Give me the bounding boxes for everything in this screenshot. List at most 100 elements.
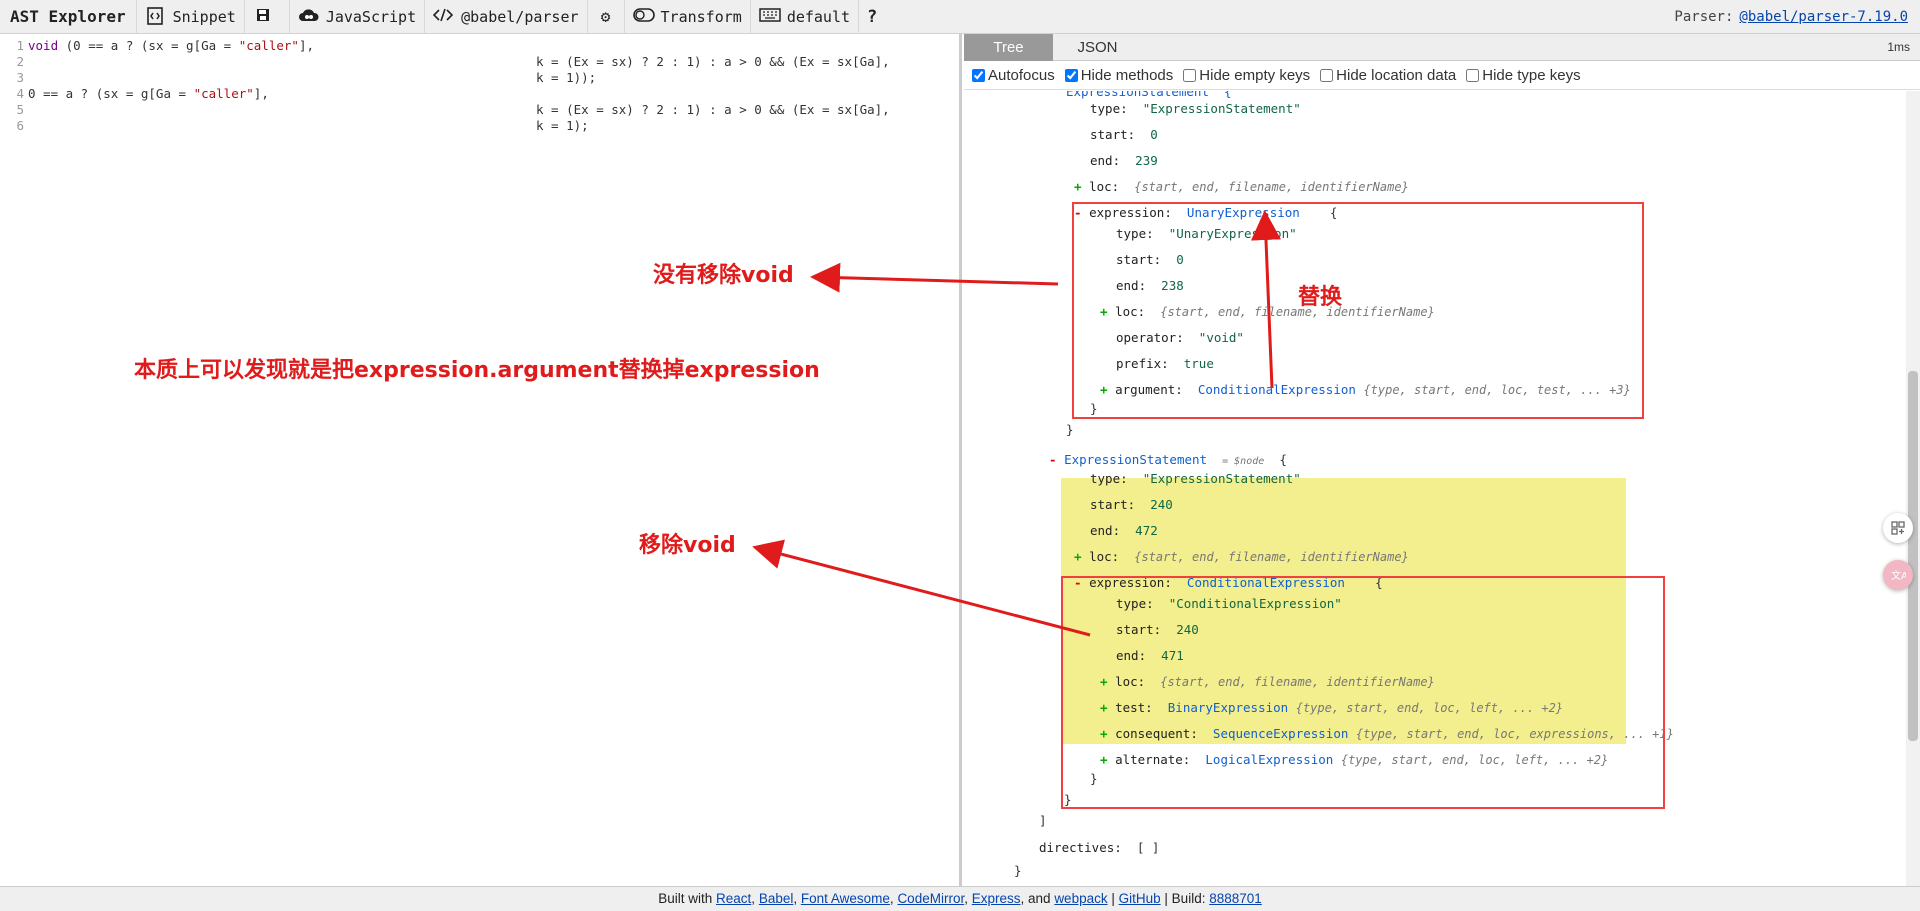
footer-link-github[interactable]: GitHub [1119,891,1161,906]
parser-select[interactable]: @babel/parser [424,0,586,34]
option-checkbox[interactable] [1183,69,1197,82]
es2-loc-row[interactable]: + loc: {start, end, filename, identifier… [1074,548,1409,566]
option-hide-empty-keys[interactable]: Hide empty keys [1183,67,1310,84]
help-icon: ? [867,6,878,27]
code-token: ], [298,38,315,53]
scrollbar-thumb[interactable] [1908,371,1918,741]
footer-link-babel[interactable]: Babel [759,891,794,906]
option-hide-methods[interactable]: Hide methods [1064,67,1173,84]
cloud-icon [298,7,319,27]
help-button[interactable]: ? [858,0,885,34]
line-number: 5 [16,102,24,117]
directives-row: directives: [ ] [1039,839,1159,857]
es1-end-row: end: 239 [1090,152,1158,170]
es2-start-row: start: 240 [1090,496,1173,514]
option-label: Hide empty keys [1199,67,1311,84]
tree-scrollbar[interactable] [1906,91,1920,886]
collapse-icon[interactable]: - [1049,452,1057,467]
es1-start-row: start: 0 [1090,126,1158,144]
line-number: 3 [16,70,24,85]
es1-type-row: type: "ExpressionStatement" [1090,100,1301,118]
value-es1-start: 0 [1150,127,1158,142]
es1-close: } [1066,422,1074,437]
code-line[interactable]: 3 [0,70,28,86]
code-line[interactable]: 2 [0,54,28,70]
loc-summary: {start, end, filename, identifierName} [1134,550,1409,564]
option-autofocus[interactable]: Autofocus [972,67,1055,84]
option-checkbox[interactable] [1466,69,1480,82]
node-ref: = $node [1222,456,1265,467]
code-line[interactable]: 6 [0,118,28,134]
program-close: } [1014,863,1022,878]
option-checkbox[interactable] [1064,69,1078,82]
code-line[interactable]: 4 0 == a ? (sx = g[Ga = "caller"], [0,86,269,102]
code-editor[interactable]: 1 void (0 == a ? (sx = g[Ga = "caller"], 2… [0,34,962,886]
toggle-off-icon [632,7,655,27]
key-loc: loc: [1089,549,1120,564]
code-line-wrap: k = 1)); [536,70,597,85]
key-directives: directives: [1039,840,1122,855]
option-hide-location-data[interactable]: Hide location data [1320,67,1456,84]
gear-icon: ⚙ [600,6,611,26]
value-es2-end: 472 [1135,523,1158,538]
es2-type-row: type: "ExpressionStatement" [1090,470,1301,488]
code-token: "caller" [193,86,254,101]
expand-icon[interactable]: + [1074,179,1082,194]
expand-icon[interactable]: + [1074,549,1082,564]
parser-settings-button[interactable]: ⚙ [586,0,624,34]
output-tabs: Tree JSON 1ms [964,34,1920,61]
tab-json[interactable]: JSON [1053,34,1142,61]
code-token: void [28,38,59,53]
code-line-wrap: k = (Ex = sx) ? 2 : 1) : a > 0 && (Ex = … [536,102,890,117]
keymap-label: default [786,7,851,26]
parser-version-link[interactable]: @babel/parser-7.19.0 [1739,9,1908,25]
toolbar: AST Explorer Snippet JavaScript @babel/p… [0,0,1920,34]
footer-link-express[interactable]: Express [972,891,1021,906]
footer-link-react[interactable]: React [716,891,751,906]
transform-toggle[interactable]: Transform [623,0,750,34]
footer: Built with React, Babel, Font Awesome, C… [0,886,1920,911]
footer-link-webpack[interactable]: webpack [1054,891,1107,906]
snippet-label: Snippet [172,7,236,26]
line-number: 2 [16,54,24,69]
option-label: Hide location data [1336,67,1457,84]
parser-label: @babel/parser [461,7,579,26]
footer-link-codemirror[interactable]: CodeMirror [897,891,964,906]
option-label: Hide type keys [1482,67,1581,84]
option-label: Autofocus [988,67,1055,84]
keyboard-icon [759,7,781,27]
es2-header-row[interactable]: - ExpressionStatement = $node { [1049,451,1287,469]
key-end: end: [1090,153,1121,168]
option-checkbox[interactable] [972,69,985,82]
code-line[interactable]: 1 void (0 == a ? (sx = g[Ga = "caller"], [0,38,314,54]
option-checkbox[interactable] [1320,69,1334,82]
language-select[interactable]: JavaScript [288,0,424,34]
line-number: 1 [16,38,24,53]
grid-icon[interactable] [1883,513,1913,543]
key-end: end: [1090,523,1121,538]
code-line[interactable]: 5 [0,102,28,118]
key-type: type: [1090,101,1128,116]
code-token: ], [253,86,269,101]
keymap-select[interactable]: default [749,0,858,34]
app-title: AST Explorer [10,7,126,26]
es2-type-name[interactable]: ExpressionStatement [1064,452,1207,467]
footer-link-build[interactable]: 8888701 [1209,891,1262,906]
tree-options: Autofocus Hide methods Hide empty keys Hide… [964,62,1920,90]
tab-tree[interactable]: Tree [964,34,1053,61]
save-button[interactable] [243,0,289,34]
es1-loc-row[interactable]: + loc: {start, end, filename, identifier… [1074,178,1409,196]
annotation-remove-void: 移除void [639,533,736,558]
footer-link-fontawesome[interactable]: Font Awesome [801,891,890,906]
code-token: (0 == a ? (sx = g[Ga = [58,38,239,53]
parser-info: Parser: @babel/parser-7.19.0 [1674,0,1908,34]
annotation-box-unary [1072,202,1644,419]
loc-summary: {start, end, filename, identifierName} [1134,180,1409,194]
snippet-menu[interactable]: Snippet [135,0,244,34]
value-es2-start: 240 [1150,497,1173,512]
transform-label: Transform [660,7,742,26]
option-hide-type-keys[interactable]: Hide type keys [1466,67,1581,84]
translate-icon[interactable]: 文A [1883,560,1913,590]
value-es2-type: "ExpressionStatement" [1142,471,1301,486]
annotation-no-remove-void: 没有移除void [653,263,794,288]
